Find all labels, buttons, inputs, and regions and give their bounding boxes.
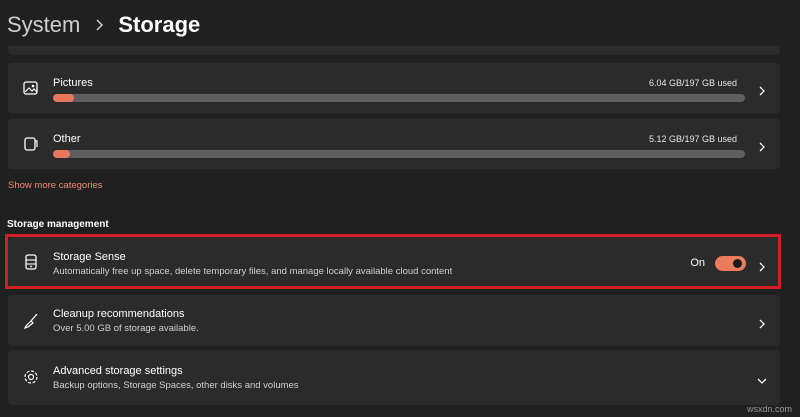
watermark: wsxdn.com: [746, 404, 792, 414]
gear-icon: [22, 368, 40, 386]
chevron-right-icon: [94, 19, 104, 31]
document-icon: [22, 135, 40, 153]
advanced-subtitle: Backup options, Storage Spaces, other di…: [53, 380, 299, 391]
breadcrumb: System Storage: [7, 8, 200, 42]
broom-icon: [22, 312, 40, 330]
advanced-title: Advanced storage settings: [53, 365, 183, 377]
category-name: Pictures: [53, 77, 93, 89]
category-name: Other: [53, 133, 81, 145]
cleanup-title: Cleanup recommendations: [53, 308, 185, 320]
image-icon: [22, 79, 40, 97]
highlight-box: [5, 234, 781, 289]
show-more-categories-link[interactable]: Show more categories: [8, 180, 103, 191]
cleanup-recommendations-row[interactable]: Cleanup recommendations Over 5.00 GB of …: [8, 295, 780, 346]
section-title: Storage management: [7, 219, 109, 230]
usage-bar-fill: [53, 94, 74, 102]
advanced-storage-settings-row[interactable]: Advanced storage settings Backup options…: [8, 350, 780, 405]
chevron-right-icon: [757, 139, 767, 152]
chevron-down-icon: [757, 373, 767, 384]
usage-bar: [53, 94, 745, 102]
chevron-right-icon: [757, 83, 767, 96]
cleanup-subtitle: Over 5.00 GB of storage available.: [53, 323, 199, 334]
previous-card-edge: [8, 46, 780, 55]
category-pictures[interactable]: Pictures 6.04 GB/197 GB used: [8, 63, 780, 113]
page-title: Storage: [118, 12, 201, 37]
breadcrumb-system[interactable]: System: [7, 12, 80, 38]
usage-bar: [53, 150, 745, 158]
chevron-right-icon: [757, 316, 767, 329]
category-usage: 6.04 GB/197 GB used: [648, 78, 737, 88]
usage-bar-fill: [53, 150, 71, 158]
category-usage: 5.12 GB/197 GB used: [648, 134, 737, 144]
category-other[interactable]: Other 5.12 GB/197 GB used: [8, 119, 780, 169]
